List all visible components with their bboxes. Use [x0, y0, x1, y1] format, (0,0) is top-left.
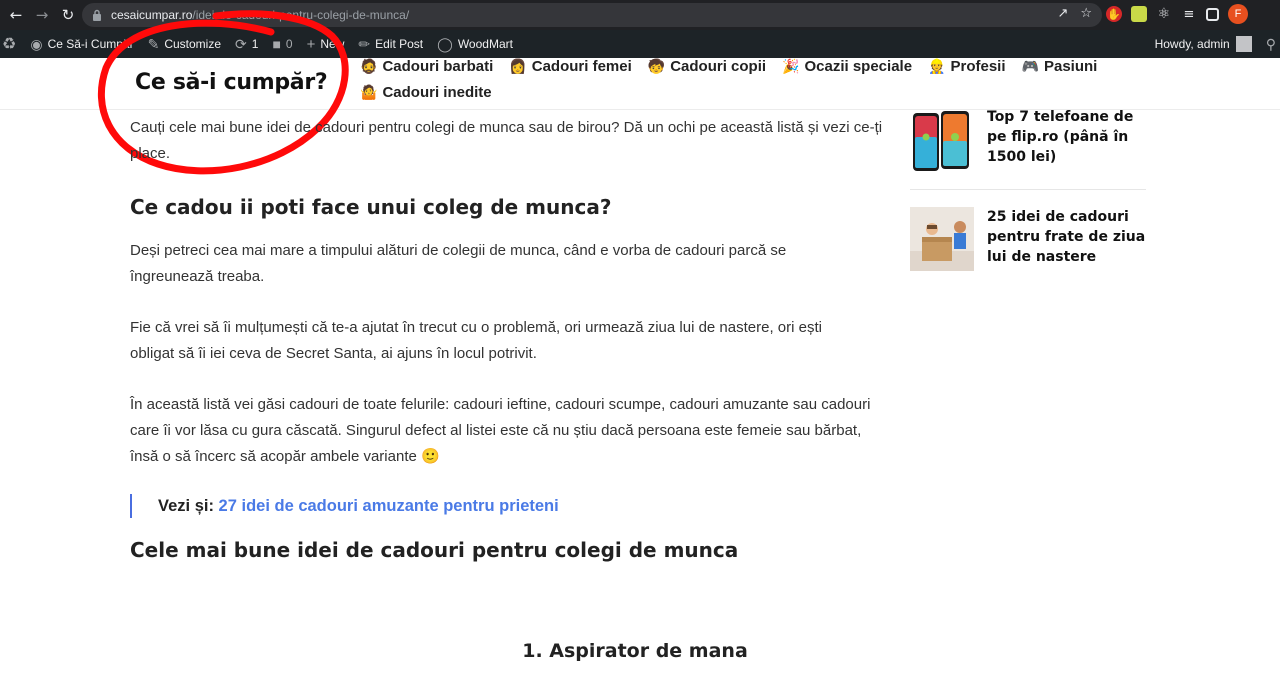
wordpress-logo-icon[interactable]: ♻ — [0, 30, 23, 58]
extension-icon[interactable] — [1131, 6, 1147, 22]
woman-icon: 👩 — [509, 58, 527, 74]
menu-item-cadouri-copii[interactable]: 🧒 Cadouri copii — [648, 58, 766, 75]
sidebar-post-title[interactable]: 25 idei de cadouri pentru frate de ziua … — [987, 207, 1146, 271]
see-also-quote: Vezi și: 27 idei de cadouri amuzante pen… — [130, 494, 559, 518]
paragraph-3: În această listă vei găsi cadouri de toa… — [130, 392, 875, 470]
paragraph-2: Fie că vrei să îi mulțumești că te-a aju… — [130, 319, 822, 362]
edit-post-label: Edit Post — [375, 37, 424, 51]
red-circle-annotation — [97, 10, 349, 175]
sidebar-recent-posts: Top 7 telefoane de pe flip.ro (până în 1… — [910, 102, 1146, 301]
intro-paragraph: Cauți cele mai bune idei de cadouri pent… — [130, 119, 883, 162]
product-heading-1: 1. Aspirator de mana — [522, 640, 748, 662]
back-arrow-icon[interactable]: ← — [6, 5, 26, 25]
paragraph-1: Deși petreci cea mai mare a timpului ală… — [130, 242, 787, 285]
sidebar-post[interactable]: 25 idei de cadouri pentru frate de ziua … — [910, 202, 1146, 289]
menu-label: Cadouri inedite — [382, 84, 492, 101]
dashboard-icon: ◉ — [30, 35, 43, 52]
sidebar-post[interactable]: Top 7 telefoane de pe flip.ro (până în 1… — [910, 102, 1146, 190]
menu-item-profesii[interactable]: 👷 Profesii — [928, 58, 1005, 75]
smile-icon: 🙂 — [421, 448, 440, 465]
menu-item-pasiuni[interactable]: 🎮 Pasiuni — [1022, 58, 1098, 75]
woodmart-icon: ◯ — [437, 35, 453, 52]
menu-item-cadouri-barbati[interactable]: 🧔 Cadouri barbati — [360, 58, 493, 75]
howdy-admin[interactable]: Howdy, admin — [1155, 37, 1230, 51]
puzzle-extensions-icon[interactable]: ⚛ — [1156, 6, 1172, 22]
menu-item-ocazii-speciale[interactable]: 🎉 Ocazii speciale — [782, 58, 912, 75]
forward-arrow-icon[interactable]: → — [32, 5, 52, 25]
menu-item-cadouri-inedite[interactable]: 🤷 Cadouri inedite — [360, 84, 492, 101]
avatar[interactable] — [1235, 36, 1252, 52]
section-heading-2: Cele mai bune idei de cadouri pentru col… — [130, 538, 739, 562]
main-menu: 🧔 Cadouri barbati 👩 Cadouri femei 🧒 Cadouri… — [360, 58, 1097, 110]
see-also-link[interactable]: 27 idei de cadouri amuzante pentru priet… — [219, 497, 559, 515]
reload-icon[interactable]: ↻ — [58, 5, 78, 25]
party-popper-icon: 🎉 — [782, 58, 800, 74]
child-icon: 🧒 — [647, 58, 666, 74]
kids-box-image — [910, 207, 974, 271]
bookmark-star-icon[interactable]: ☆ — [1080, 6, 1092, 21]
menu-label: Pasiuni — [1043, 58, 1098, 75]
adblock-extension-icon[interactable]: ✋ — [1106, 6, 1122, 22]
phone-thumbnail — [910, 107, 974, 171]
menu-label: Ocazii speciale — [804, 58, 913, 75]
profile-avatar[interactable]: F — [1228, 4, 1248, 24]
sidebar-post-title[interactable]: Top 7 telefoane de pe flip.ro (până în 1… — [987, 107, 1146, 171]
menu-label: Profesii — [950, 58, 1006, 75]
menu-label: Cadouri femei — [531, 58, 632, 75]
kids-box-thumbnail — [910, 207, 974, 271]
side-panel-icon[interactable] — [1206, 7, 1219, 21]
see-also-label: Vezi și: — [158, 497, 214, 515]
worker-icon: 👷 — [928, 58, 946, 74]
menu-label: Cadouri copii — [670, 58, 767, 75]
section-heading-1: Ce cadou ii poti face unui coleg de munc… — [130, 195, 612, 219]
phones-image — [913, 111, 969, 171]
menu-item-cadouri-femei[interactable]: 👩 Cadouri femei — [509, 58, 631, 75]
paragraph-3-text: În această listă vei găsi cadouri de toa… — [130, 396, 871, 465]
woodmart-label: WoodMart — [457, 37, 513, 51]
search-icon[interactable]: ⚲ — [1266, 36, 1276, 53]
menu-label: Cadouri barbati — [382, 58, 494, 75]
admin-bar-woodmart[interactable]: ◯ WoodMart — [430, 30, 520, 58]
media-control-icon[interactable]: ≡ — [1181, 6, 1197, 22]
share-icon[interactable]: ↗ — [1057, 6, 1068, 21]
gamepad-icon: 🎮 — [1021, 58, 1039, 74]
